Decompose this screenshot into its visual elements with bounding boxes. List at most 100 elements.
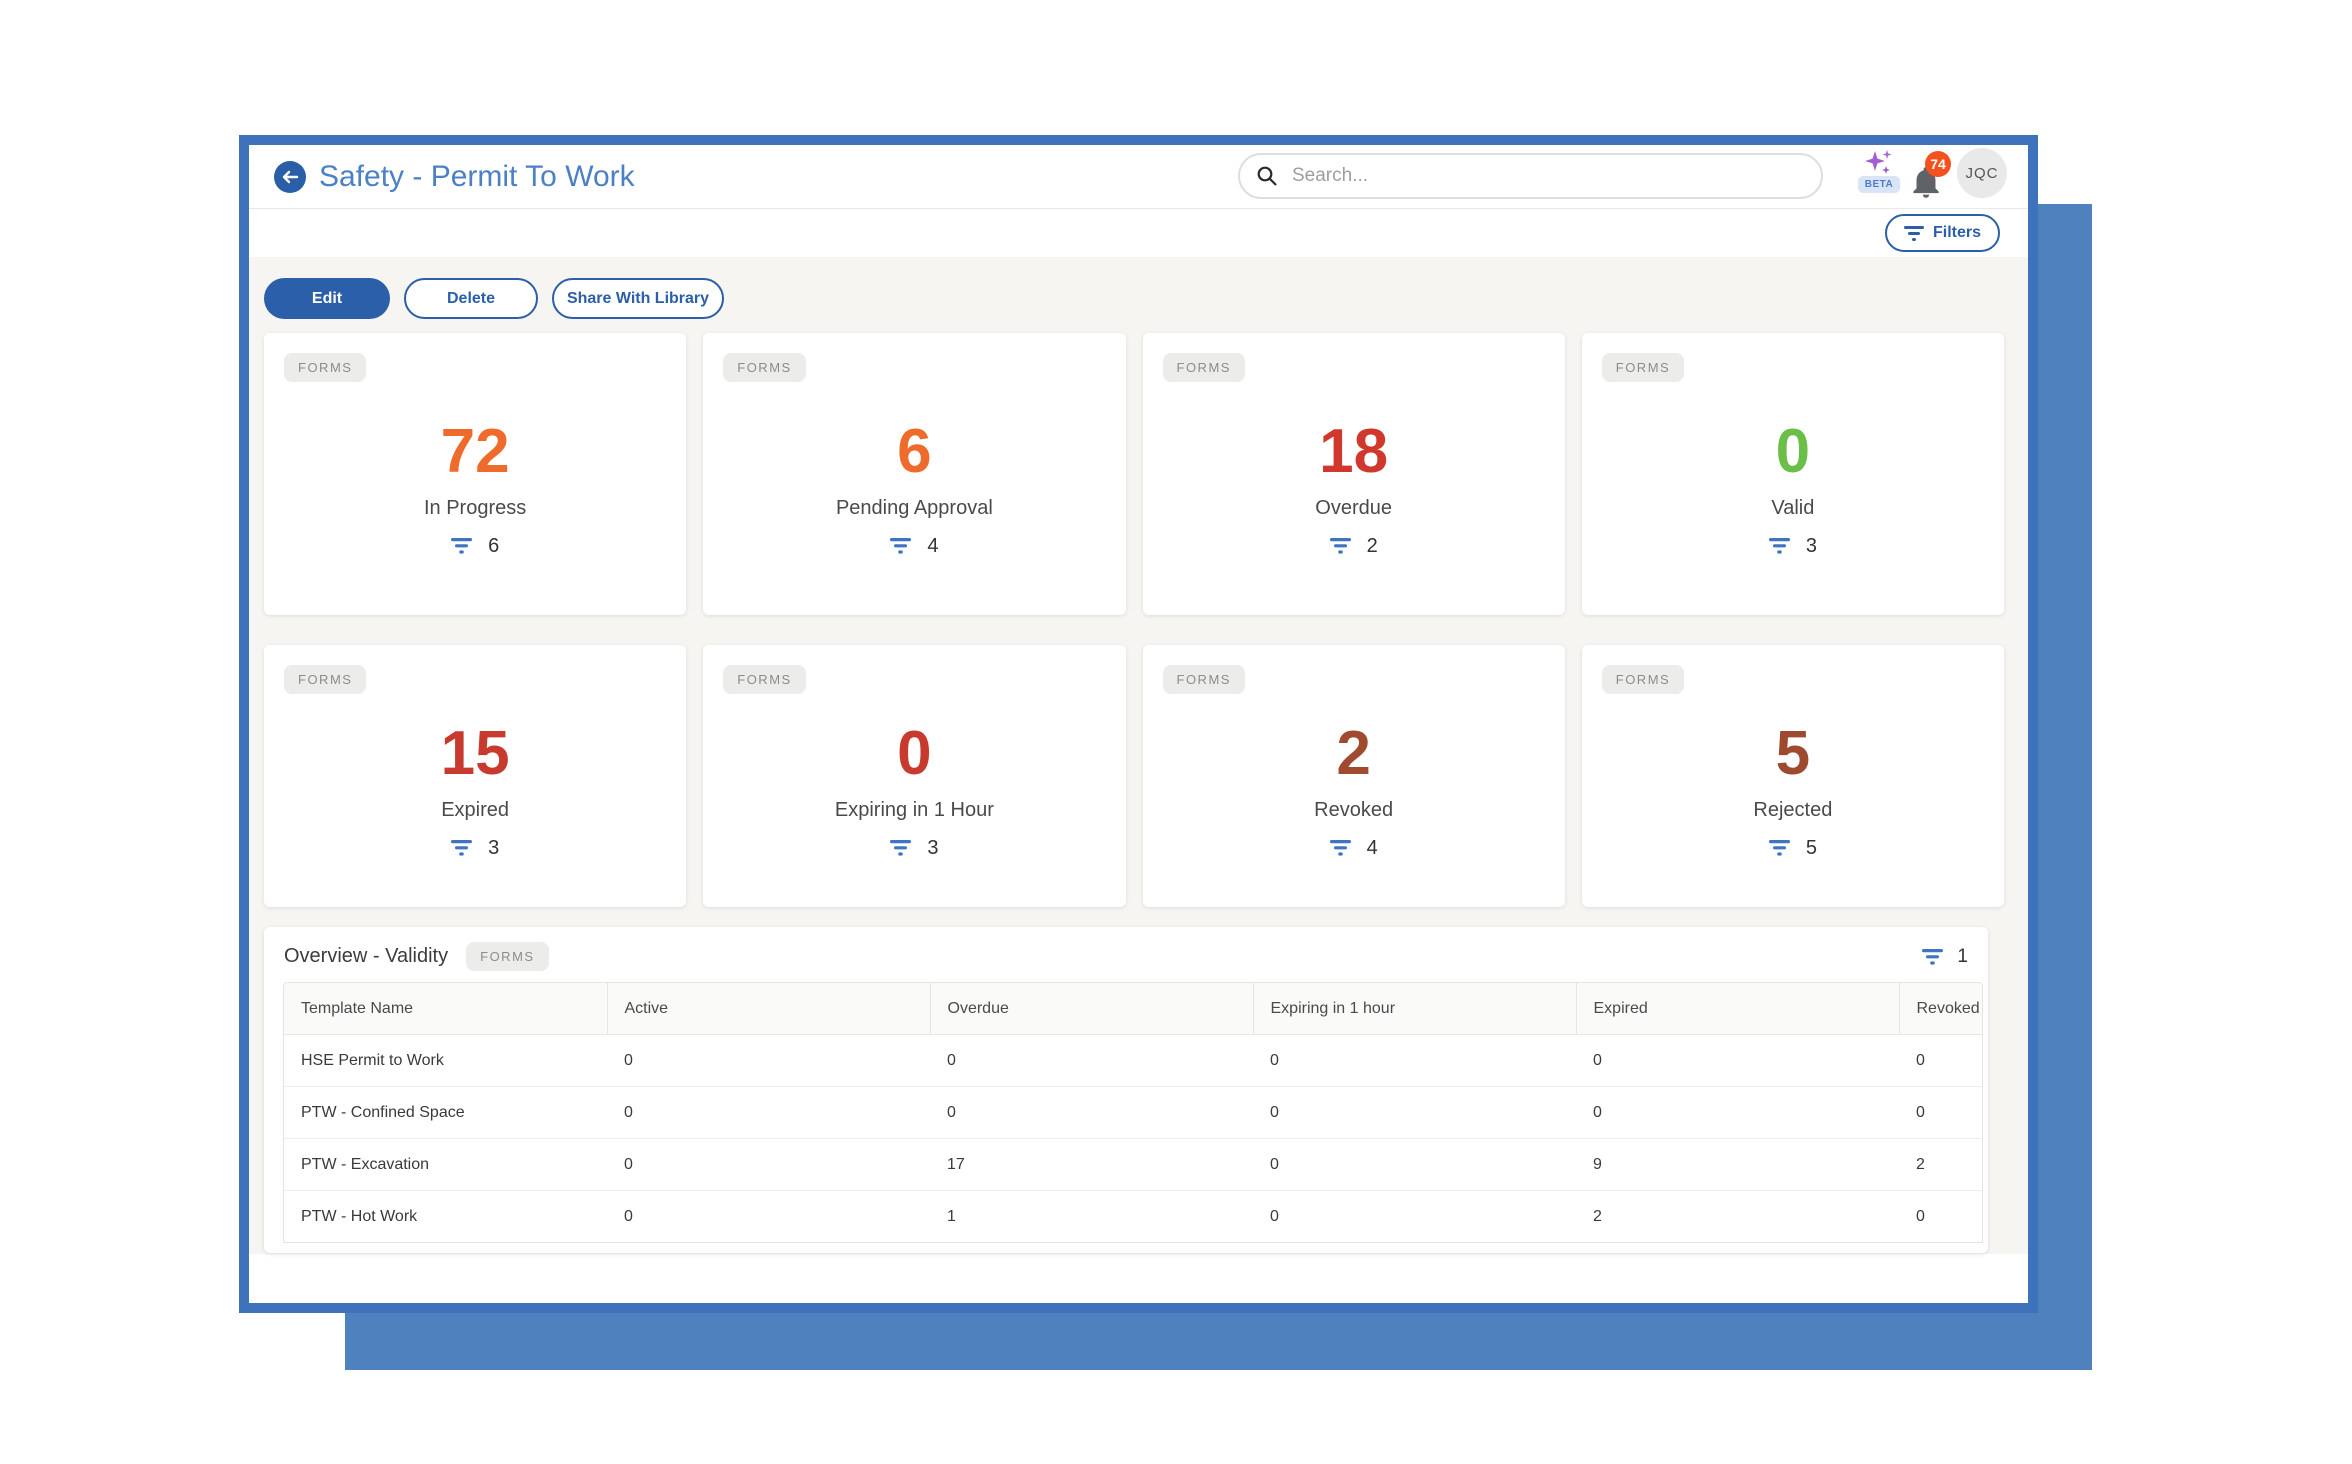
notifications-button[interactable]: 74 <box>1905 153 1957 203</box>
table-header-row: Template Name Active Overdue Expiring in… <box>284 983 1983 1035</box>
screen: Safety - Permit To Work BETA <box>0 0 2352 1464</box>
user-avatar[interactable]: JQC <box>1957 148 2007 198</box>
value-cell: 2 <box>1899 1139 1983 1191</box>
search-input[interactable] <box>1290 164 1805 188</box>
table-filter-link[interactable]: 1 <box>1922 946 1968 968</box>
value-cell: 0 <box>607 1087 930 1139</box>
value-cell: 1 <box>930 1191 1253 1243</box>
stat-value: 72 <box>441 421 510 483</box>
card-filter-link[interactable]: 3 <box>890 837 938 860</box>
card-revoked: FORMS 2 Revoked 4 <box>1143 645 1565 907</box>
card-filter-count: 3 <box>927 837 938 860</box>
column-header: Active <box>607 983 930 1035</box>
notification-count-badge: 74 <box>1925 151 1951 177</box>
card-in-progress: FORMS 72 In Progress 6 <box>264 333 686 615</box>
stat-label: Revoked <box>1314 799 1393 822</box>
template-name-cell: PTW - Confined Space <box>284 1087 607 1139</box>
forms-tag: FORMS <box>284 353 366 382</box>
overview-validity-card: Overview - Validity FORMS 1 Template Nam… <box>264 927 1988 1253</box>
forms-tag: FORMS <box>723 353 805 382</box>
stat-label: In Progress <box>424 497 526 520</box>
card-expiring-in-1-hour: FORMS 0 Expiring in 1 Hour 3 <box>703 645 1125 907</box>
back-arrow-icon <box>281 169 299 185</box>
forms-tag: FORMS <box>466 942 548 971</box>
column-header: Expired <box>1576 983 1899 1035</box>
column-header: Revoked <box>1899 983 1983 1035</box>
card-filter-count: 6 <box>488 535 499 558</box>
column-header: Template Name <box>284 983 607 1035</box>
template-name-cell: PTW - Hot Work <box>284 1191 607 1243</box>
table-filter-count: 1 <box>1957 946 1968 968</box>
stat-value: 15 <box>441 723 510 785</box>
table-scroll-area[interactable]: Template Name Active Overdue Expiring in… <box>283 982 1983 1243</box>
stat-label: Overdue <box>1315 497 1392 520</box>
delete-button[interactable]: Delete <box>404 278 538 319</box>
card-pending-approval: FORMS 6 Pending Approval 4 <box>703 333 1125 615</box>
action-buttons: Edit Delete Share With Library <box>264 278 724 319</box>
table-row: HSE Permit to Work 0 0 0 0 0 <box>284 1035 1983 1087</box>
table-row: PTW - Confined Space 0 0 0 0 0 <box>284 1087 1983 1139</box>
card-filter-link[interactable]: 6 <box>451 535 499 558</box>
table-row: PTW - Excavation 0 17 0 9 2 <box>284 1139 1983 1191</box>
edit-button[interactable]: Edit <box>264 278 390 319</box>
template-name-cell: PTW - Excavation <box>284 1139 607 1191</box>
filter-icon <box>451 538 472 554</box>
filter-icon <box>890 538 911 554</box>
card-valid: FORMS 0 Valid 3 <box>1582 333 2004 615</box>
beta-feature-button[interactable]: BETA <box>1854 149 1904 193</box>
card-expired: FORMS 15 Expired 3 <box>264 645 686 907</box>
value-cell: 0 <box>930 1035 1253 1087</box>
stat-value: 0 <box>897 723 931 785</box>
card-filter-link[interactable]: 3 <box>1769 535 1817 558</box>
card-overdue: FORMS 18 Overdue 2 <box>1143 333 1565 615</box>
search-box[interactable] <box>1238 153 1823 199</box>
back-button[interactable] <box>274 161 306 193</box>
card-filter-link[interactable]: 4 <box>890 535 938 558</box>
card-filter-link[interactable]: 2 <box>1330 535 1378 558</box>
filters-button-label: Filters <box>1933 224 1981 242</box>
stat-value: 0 <box>1776 421 1810 483</box>
column-header: Expiring in 1 hour <box>1253 983 1576 1035</box>
value-cell: 0 <box>1576 1087 1899 1139</box>
share-with-library-button[interactable]: Share With Library <box>552 278 724 319</box>
stat-label: Pending Approval <box>836 497 993 520</box>
page-title: Safety - Permit To Work <box>319 160 635 194</box>
filter-icon <box>890 840 911 856</box>
stat-label: Expired <box>441 799 509 822</box>
filter-icon <box>1922 949 1943 965</box>
column-header: Overdue <box>930 983 1253 1035</box>
filters-row: Filters <box>249 209 2028 257</box>
forms-tag: FORMS <box>1602 665 1684 694</box>
value-cell: 0 <box>607 1191 930 1243</box>
app-window: Safety - Permit To Work BETA <box>239 135 2038 1313</box>
table-row: PTW - Hot Work 0 1 0 2 0 <box>284 1191 1983 1243</box>
stat-value: 5 <box>1776 723 1810 785</box>
forms-tag: FORMS <box>1163 665 1245 694</box>
card-filter-link[interactable]: 5 <box>1769 837 1817 860</box>
value-cell: 17 <box>930 1139 1253 1191</box>
card-filter-link[interactable]: 4 <box>1330 837 1378 860</box>
card-filter-count: 2 <box>1367 535 1378 558</box>
filters-button[interactable]: Filters <box>1885 214 2000 252</box>
value-cell: 0 <box>1899 1087 1983 1139</box>
value-cell: 0 <box>1253 1087 1576 1139</box>
card-filter-link[interactable]: 3 <box>451 837 499 860</box>
card-rejected: FORMS 5 Rejected 5 <box>1582 645 2004 907</box>
forms-tag: FORMS <box>723 665 805 694</box>
filter-icon <box>1330 538 1351 554</box>
table-title: Overview - Validity <box>284 945 448 968</box>
card-filter-count: 4 <box>927 535 938 558</box>
table-title-row: Overview - Validity FORMS 1 <box>264 927 1988 982</box>
value-cell: 0 <box>607 1035 930 1087</box>
value-cell: 0 <box>1899 1035 1983 1087</box>
value-cell: 0 <box>1253 1139 1576 1191</box>
card-filter-count: 3 <box>488 837 499 860</box>
stat-value: 2 <box>1336 723 1370 785</box>
filter-icon <box>1769 840 1790 856</box>
value-cell: 0 <box>1899 1191 1983 1243</box>
stat-label: Rejected <box>1753 799 1832 822</box>
card-filter-count: 5 <box>1806 837 1817 860</box>
value-cell: 0 <box>1576 1035 1899 1087</box>
stat-label: Valid <box>1771 497 1814 520</box>
forms-tag: FORMS <box>1602 353 1684 382</box>
